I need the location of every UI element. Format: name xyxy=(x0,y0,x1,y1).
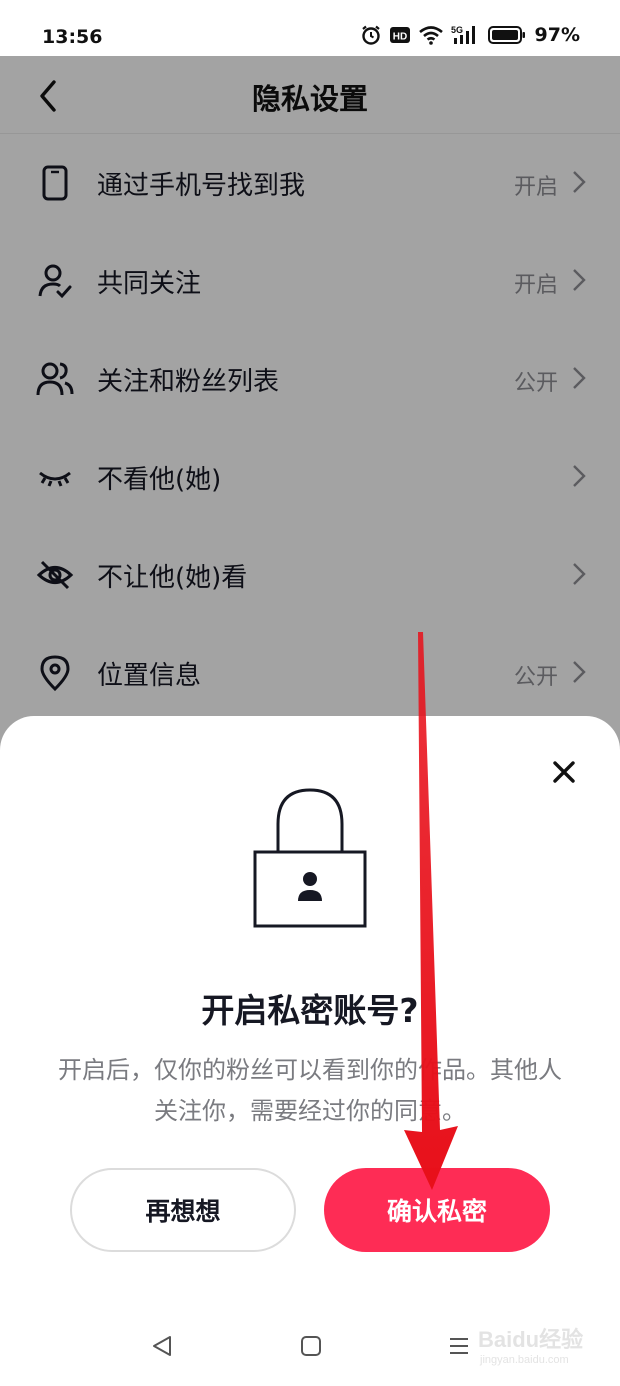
hd-icon: HD xyxy=(389,25,411,45)
signal-5g-icon: 5G xyxy=(451,24,481,46)
battery-percentage: 97% xyxy=(534,24,580,46)
baidu-jingyan-watermark: Baidu经验 jingyan.baidu.com xyxy=(478,1322,598,1378)
close-icon[interactable] xyxy=(552,760,576,784)
hd-badge-text: HD xyxy=(392,32,406,43)
private-account-dialog: 开启私密账号? 开启后，仅你的粉丝可以看到你的作品。其他人关注你，需要经过你的同… xyxy=(0,716,620,1386)
watermark-brand: Baidu经验 xyxy=(478,1327,584,1352)
nav-home-icon[interactable] xyxy=(299,1334,323,1358)
battery-icon xyxy=(487,25,526,45)
nav-menu-icon[interactable] xyxy=(447,1334,471,1358)
watermark-url: jingyan.baidu.com xyxy=(480,1354,569,1366)
alarm-icon xyxy=(360,24,382,46)
rethink-button[interactable]: 再想想 xyxy=(70,1168,296,1252)
lock-icon xyxy=(253,788,367,928)
dialog-title: 开启私密账号? xyxy=(201,991,419,1030)
nav-back-icon[interactable] xyxy=(150,1334,174,1358)
status-time: 13:56 xyxy=(42,26,103,48)
status-icons: HD 5G 97% xyxy=(360,24,580,46)
confirm-private-button[interactable]: 确认私密 xyxy=(324,1168,550,1252)
network-label: 5G xyxy=(451,25,463,35)
wifi-icon xyxy=(418,25,444,45)
status-bar: 13:56 HD 5G 97% xyxy=(0,0,620,56)
dialog-description: 开启后，仅你的粉丝可以看到你的作品。其他人关注你，需要经过你的同意。 xyxy=(58,1056,562,1125)
